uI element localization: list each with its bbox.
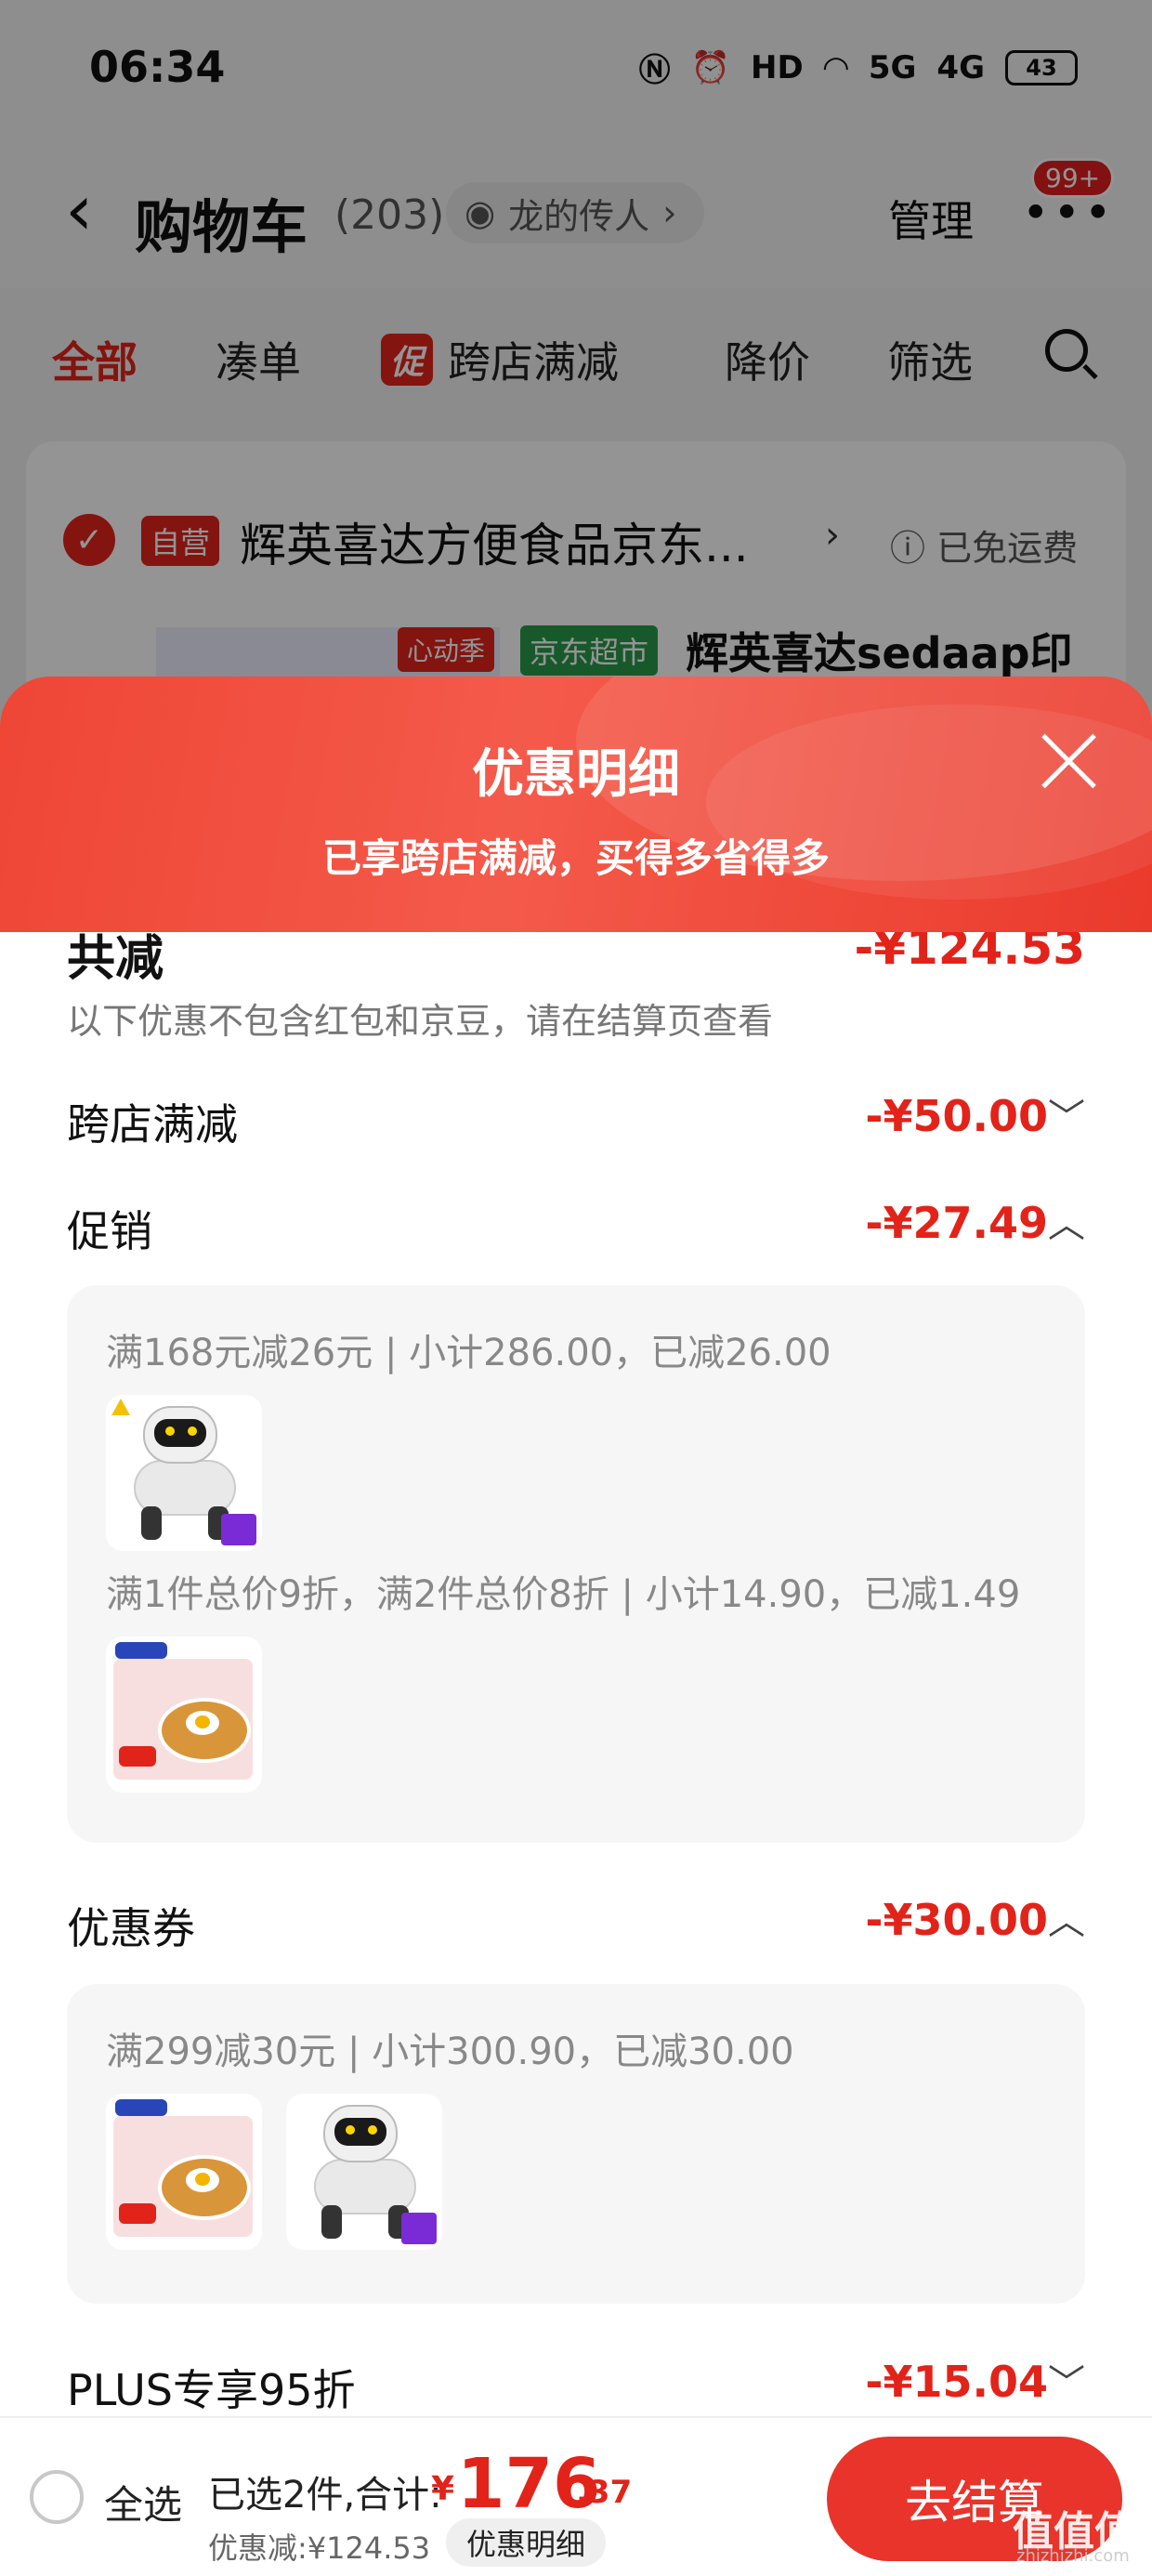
row-value: -¥15.04: [865, 2357, 1048, 2407]
discount-detail-button[interactable]: 优惠明细: [446, 2518, 607, 2567]
chevron-up-icon: ︿: [1048, 1900, 1085, 1943]
price-currency: ¥: [431, 2470, 455, 2508]
sheet-body: 共减 -¥124.53 以下优惠不包含红包和京豆，请在结算页查看 跨店满减 -¥…: [0, 932, 1152, 2419]
row-label: 跨店满减: [67, 1099, 238, 1150]
chevron-up-icon: ︿: [1048, 1203, 1085, 1246]
promo-detail-text: 满168元减26元 | 小计286.00，已减26.00: [106, 1332, 831, 1374]
chevron-down-icon: ﹀: [1048, 2362, 1085, 2405]
row-label: 优惠券: [67, 1903, 195, 1953]
select-all-label[interactable]: 全选: [104, 2474, 182, 2530]
close-icon[interactable]: [1039, 730, 1100, 792]
total-label: 共减: [67, 932, 164, 987]
sheet-title: 优惠明细: [472, 744, 680, 805]
row-value: -¥30.00: [865, 1895, 1048, 1945]
checkout-bar: 全选 已选2件,合计: ¥ 176 .37 优惠减:¥124.53 优惠明细 去…: [0, 2416, 1152, 2576]
coupon-detail-card: 满299减30元 | 小计300.90，已减30.00: [67, 1984, 1085, 2304]
row-coupon[interactable]: 优惠券 -¥30.00 ︿: [67, 1889, 1085, 1954]
product-thumbnail-robot-dog[interactable]: [106, 1395, 262, 1551]
discount-summary: 优惠减:¥124.53: [208, 2530, 431, 2566]
total-value: -¥124.53: [854, 932, 1086, 975]
coupon-detail-text: 满299减30元 | 小计300.90，已减30.00: [106, 2031, 794, 2073]
discount-note: 以下优惠不包含红包和京豆，请在结算页查看: [67, 1001, 774, 1042]
sheet-header: 优惠明细 已享跨店满减，买得多省得多: [0, 677, 1152, 932]
promotion-detail-card: 满168元减26元 | 小计286.00，已减26.00 满1件总价9折，满2件…: [67, 1285, 1085, 1843]
price-decimal: .37: [576, 2474, 633, 2511]
row-value: -¥27.49: [865, 1198, 1048, 1248]
row-cross-store-discount[interactable]: 跨店满减 -¥50.00 ﹀: [67, 1085, 1085, 1150]
row-value: -¥50.00: [865, 1091, 1048, 1141]
select-all-checkbox[interactable]: [30, 2470, 84, 2524]
row-plus-discount[interactable]: PLUS专享95折 -¥15.04 ﹀: [67, 2351, 1085, 2416]
row-label: 促销: [67, 1206, 152, 1256]
row-label: PLUS专享95折: [67, 2365, 356, 2415]
total-row: 共减 -¥124.53: [67, 932, 1085, 988]
product-thumbnail-noodles[interactable]: [106, 2094, 262, 2250]
watermark-url: zhizhizhi.com: [1016, 2546, 1130, 2566]
dim-overlay[interactable]: [0, 0, 1152, 743]
row-promotion[interactable]: 促销 -¥27.49 ︿: [67, 1192, 1085, 1257]
sheet-subtitle: 已享跨店满减，买得多省得多: [321, 835, 830, 881]
product-thumbnail-noodles[interactable]: [106, 1636, 262, 1793]
chevron-down-icon: ﹀: [1048, 1097, 1085, 1139]
selected-summary: 已选2件,合计:: [208, 2474, 442, 2517]
product-thumbnail-robot-dog[interactable]: [286, 2094, 442, 2250]
promo-detail-text: 满1件总价9折，满2件总价8折 | 小计14.90，已减1.49: [106, 1573, 1021, 1616]
